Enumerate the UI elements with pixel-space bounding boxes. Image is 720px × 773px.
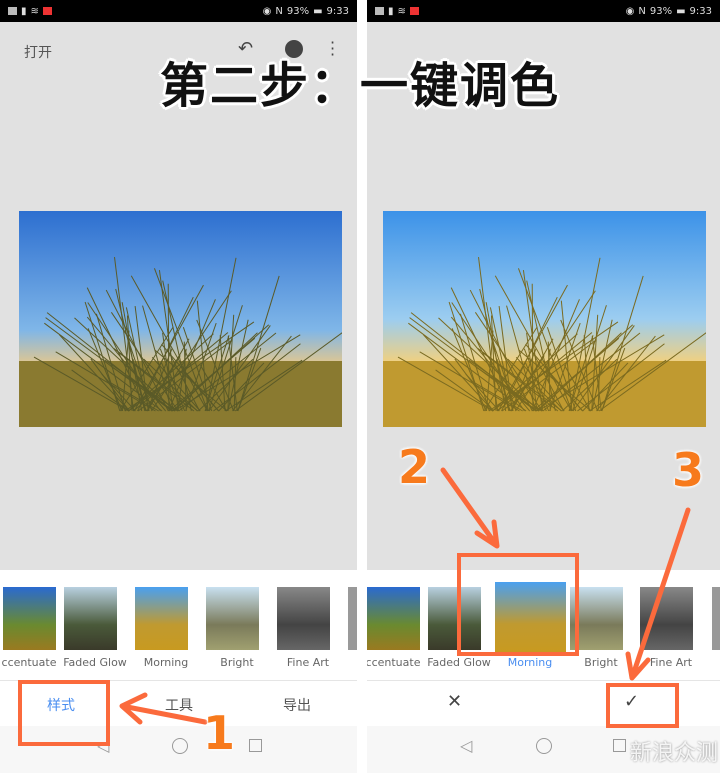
step-number-3: 3 [672, 443, 705, 497]
step-number-2: 2 [398, 440, 431, 494]
watermark: 新浪众测 [630, 741, 719, 766]
highlight-box-1 [18, 680, 110, 746]
annotation-arrows [119, 467, 691, 725]
arrow-1 [119, 692, 208, 725]
arrow-2 [440, 467, 500, 549]
step-number-1: 1 [203, 706, 236, 760]
highlight-box-2 [457, 553, 579, 656]
arrow-3 [625, 507, 691, 681]
highlight-box-3 [606, 683, 679, 728]
